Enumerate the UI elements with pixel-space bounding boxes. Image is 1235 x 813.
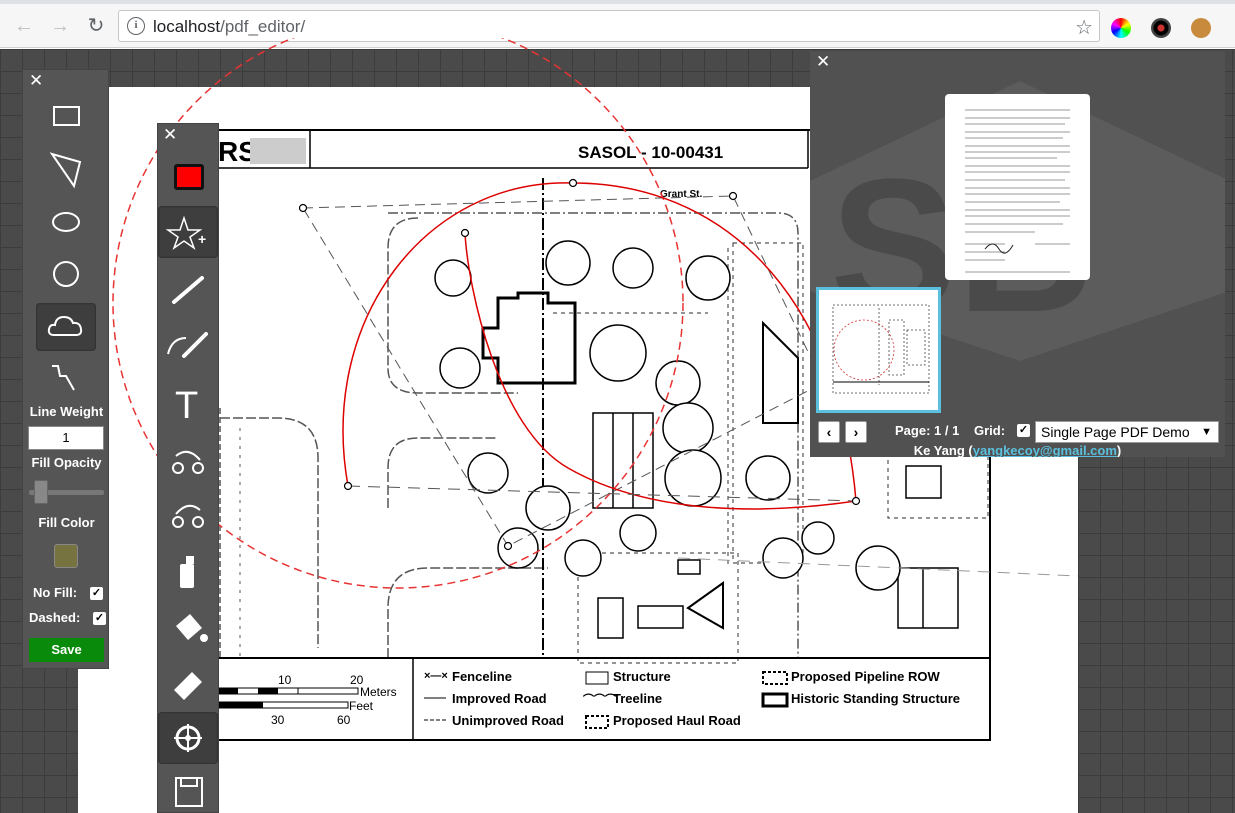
fill-color-swatch[interactable] bbox=[54, 544, 78, 568]
prev-page-button[interactable]: ‹ bbox=[818, 421, 840, 443]
highlighter-icon bbox=[167, 337, 187, 355]
no-fill-checkbox[interactable]: ✓ bbox=[90, 587, 103, 600]
svg-text:×—×: ×—× bbox=[424, 670, 448, 682]
page-preview-text bbox=[965, 109, 1070, 273]
reload-icon[interactable]: ↻ bbox=[84, 14, 108, 38]
page-thumbnail-map bbox=[832, 304, 930, 394]
page-preview[interactable] bbox=[945, 94, 1090, 280]
legend-improved-road: Improved Road bbox=[452, 691, 547, 706]
undo-icon bbox=[175, 450, 201, 461]
highlighter-tool-button[interactable] bbox=[158, 318, 218, 370]
redo-button[interactable] bbox=[158, 488, 218, 540]
pdf-title: SASOL - 10-00431 bbox=[578, 143, 723, 162]
legend-pipeline-row: Proposed Pipeline ROW bbox=[791, 669, 941, 684]
scale-meters-10: 10 bbox=[278, 673, 292, 687]
text-tool-button[interactable]: T bbox=[158, 376, 218, 428]
url-text: localhost/pdf_editor/ bbox=[153, 17, 305, 37]
star-shapes-icon bbox=[165, 215, 203, 250]
legend-historic-structure: Historic Standing Structure bbox=[791, 691, 960, 706]
fill-opacity-label: Fill Opacity bbox=[31, 455, 102, 470]
scale-feet-30: 30 bbox=[271, 713, 285, 727]
author-email-link[interactable]: yangkecoy@gmail.com bbox=[973, 443, 1117, 457]
document-select[interactable]: Single Page PDF Demo ▼ bbox=[1035, 421, 1219, 443]
fill-color-label: Fill Color bbox=[38, 515, 95, 530]
legend-unimproved-road: Unimproved Road bbox=[452, 713, 564, 728]
author-name: Ke Yang bbox=[913, 443, 965, 457]
scale-bar: 10 20 Meters Feet 30 60 bbox=[217, 673, 397, 727]
dashed-label: Dashed: bbox=[29, 610, 81, 625]
rectangle-tool-button[interactable] bbox=[36, 92, 96, 140]
polyline-tool-button[interactable] bbox=[36, 356, 96, 404]
line-weight-input[interactable]: 1 bbox=[28, 426, 104, 450]
legend-fenceline: Fenceline bbox=[452, 669, 512, 684]
map-legend: ×—× Fenceline Improved Road Unimproved R… bbox=[424, 669, 960, 729]
shape-options-panel: ✕ Line Weight 1 Fill Opacity Fill Color … bbox=[22, 69, 109, 669]
page-indicator: Page: 1 / 1 bbox=[895, 423, 960, 438]
shapes-tool-button[interactable]: + bbox=[158, 206, 218, 258]
color-picker-extension-icon[interactable] bbox=[1111, 18, 1131, 38]
ellipse-tool-button[interactable] bbox=[36, 198, 96, 246]
fill-opacity-slider-thumb[interactable] bbox=[34, 480, 48, 504]
document-select-value: Single Page PDF Demo bbox=[1041, 424, 1190, 440]
dashed-checkbox[interactable]: ✓ bbox=[93, 612, 106, 625]
paint-bucket-icon bbox=[176, 614, 202, 640]
rectangle-icon bbox=[53, 106, 80, 126]
svg-text:+: + bbox=[198, 231, 206, 247]
forward-icon[interactable]: → bbox=[48, 14, 72, 38]
back-icon[interactable]: ← bbox=[12, 14, 36, 38]
save-file-button[interactable] bbox=[158, 768, 218, 813]
polyline-icon bbox=[52, 365, 75, 391]
floppy-disk-icon bbox=[175, 777, 203, 807]
bookmark-star-icon[interactable]: ☆ bbox=[1075, 15, 1093, 40]
close-icon[interactable]: ✕ bbox=[816, 52, 830, 72]
no-fill-label: No Fill: bbox=[33, 585, 78, 600]
feet-label: Feet bbox=[349, 699, 374, 713]
stroke-color-button[interactable] bbox=[174, 164, 204, 190]
spray-can-icon bbox=[180, 564, 194, 588]
close-icon[interactable]: ✕ bbox=[163, 125, 177, 145]
scale-feet-60: 60 bbox=[337, 713, 351, 727]
cloud-icon bbox=[47, 315, 83, 336]
save-button[interactable]: Save bbox=[29, 638, 104, 662]
circle-tool-button[interactable] bbox=[36, 250, 96, 298]
author-credit: Ke Yang (yangkecoy@gmail.com) bbox=[913, 443, 1122, 457]
line-weight-label: Line Weight bbox=[29, 404, 104, 419]
camera-extension-icon[interactable] bbox=[1151, 18, 1171, 38]
meters-label: Meters bbox=[360, 685, 397, 699]
pages-panel: SB ✕ ‹ › Page: 1 / bbox=[810, 51, 1225, 457]
next-page-button[interactable]: › bbox=[845, 421, 867, 443]
fill-bucket-tool-button[interactable] bbox=[158, 600, 218, 652]
info-icon[interactable]: i bbox=[127, 17, 145, 35]
drawing-tools-panel: ✕ + T bbox=[157, 123, 219, 813]
page-thumbnail-1[interactable] bbox=[816, 287, 941, 413]
url-path: /pdf_editor/ bbox=[220, 17, 306, 36]
company-address-block bbox=[250, 138, 306, 164]
legend-structure: Structure bbox=[613, 669, 671, 684]
triangle-tool-button[interactable] bbox=[36, 146, 96, 194]
dropdown-arrow-icon: ▼ bbox=[1201, 426, 1212, 438]
legend-treeline: Treeline bbox=[613, 691, 662, 706]
redo-icon bbox=[175, 504, 201, 515]
brush-tool-button[interactable] bbox=[158, 264, 218, 316]
triangle-icon bbox=[49, 152, 82, 189]
brush-icon bbox=[172, 276, 204, 304]
cloud-tool-button[interactable] bbox=[36, 303, 96, 351]
ellipse-icon bbox=[52, 212, 80, 232]
close-icon[interactable]: ✕ bbox=[29, 71, 43, 91]
eraser-icon bbox=[174, 672, 202, 700]
svg-text:⌒⌒⌒: ⌒⌒⌒ bbox=[582, 692, 617, 706]
undo-button[interactable] bbox=[158, 434, 218, 486]
circle-icon bbox=[53, 261, 79, 287]
cookie-extension-icon[interactable] bbox=[1191, 18, 1211, 38]
text-icon: T bbox=[175, 385, 198, 427]
grid-checkbox[interactable]: ✓ bbox=[1017, 424, 1030, 437]
legend-haul-road: Proposed Haul Road bbox=[613, 713, 741, 728]
grid-label: Grid: bbox=[974, 423, 1006, 438]
eraser-tool-button[interactable] bbox=[158, 656, 218, 708]
settings-tool-button[interactable] bbox=[158, 712, 218, 764]
spray-tool-button[interactable] bbox=[158, 544, 218, 596]
url-host: localhost bbox=[153, 17, 221, 36]
